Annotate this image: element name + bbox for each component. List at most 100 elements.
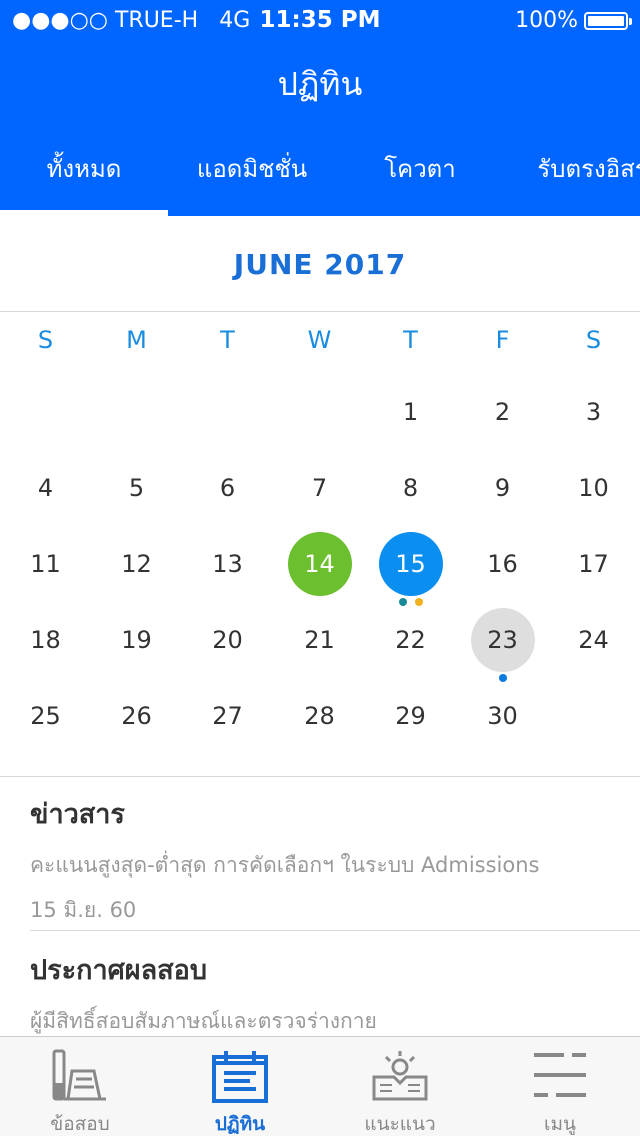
day-number: 1 (402, 398, 419, 426)
calendar-day[interactable]: 23 (457, 602, 548, 682)
news-headline: คะแนนสูงสุด-ต่ำสุด การคัดเลือกฯ ในระบบ A… (30, 853, 540, 877)
calendar-grid: 1 2 3 4 5 6 7 8 9 10 11 12 13 14 15 16 17 18 19 20 21 22 23 24 2… (0, 374, 640, 774)
battery-icon (584, 11, 632, 30)
tab-all[interactable]: ทั้งหมด (0, 128, 168, 216)
tabbar-label: แนะแนว (364, 1113, 436, 1135)
calendar-day[interactable]: 18 (0, 602, 91, 678)
calendar-day[interactable]: 11 (0, 526, 91, 602)
calendar-day[interactable]: 1 (365, 374, 456, 450)
guidance-icon (372, 1051, 428, 1101)
day-number: 24 (578, 626, 609, 654)
day-number: 4 (37, 474, 54, 502)
page-title: ปฏิทิน (0, 40, 640, 128)
calendar-day[interactable]: 22 (365, 602, 456, 678)
day-number: 15 (378, 532, 443, 596)
calendar-day[interactable]: 30 (457, 678, 548, 754)
news-item[interactable]: ข่าวสาร คะแนนสูงสุด-ต่ำสุด การคัดเลือกฯ … (30, 792, 610, 927)
day-number: 2 (494, 398, 511, 426)
weekday-label: T (220, 326, 235, 354)
weekday-header: S M T W T F S (0, 312, 640, 374)
calendar-day[interactable]: 3 (548, 374, 639, 450)
calendar-day[interactable]: 20 (182, 602, 273, 678)
calendar-day[interactable]: 26 (91, 678, 182, 754)
news-date: 15 มิ.ย. 60 (30, 898, 137, 922)
day-number: 5 (128, 474, 145, 502)
calendar-day[interactable]: 21 (274, 602, 365, 678)
day-number: 9 (494, 474, 511, 502)
calendar-day[interactable]: 17 (548, 526, 639, 602)
day-number: 12 (121, 550, 152, 578)
day-number: 26 (121, 702, 152, 730)
day-number: 25 (30, 702, 61, 730)
tabbar-label: ข้อสอบ (50, 1113, 110, 1135)
day-number: 28 (304, 702, 335, 730)
news-item[interactable]: ประกาศผลสอบ ผู้มีสิทธิ์สอบสัมภาษณ์และตรว… (30, 948, 610, 1038)
day-number: 13 (212, 550, 243, 578)
tabbar-menu[interactable]: เมนู (480, 1037, 640, 1137)
tabbar-exam[interactable]: ข้อสอบ (0, 1037, 160, 1137)
day-number: 19 (121, 626, 152, 654)
tab-admission[interactable]: แอดมิชชั่น (168, 128, 336, 216)
calendar-day[interactable]: 13 (182, 526, 273, 602)
calendar-day[interactable]: 16 (457, 526, 548, 602)
day-number: 20 (212, 626, 243, 654)
calendar-day[interactable]: 19 (91, 602, 182, 678)
day-number: 11 (30, 550, 61, 578)
weekday-label: S (585, 326, 602, 354)
calendar-day[interactable]: 10 (548, 450, 639, 526)
day-number: 8 (402, 474, 419, 502)
day-number: 17 (578, 550, 609, 578)
calendar-day[interactable]: 6 (182, 450, 273, 526)
day-number: 6 (219, 474, 236, 502)
calendar-day[interactable]: 15 (365, 526, 456, 606)
exam-icon (52, 1049, 106, 1101)
calendar-day[interactable]: 27 (182, 678, 273, 754)
day-number: 18 (30, 626, 61, 654)
status-bar: ●●●○○ TRUE-H 4G 11:35 PM 100% (0, 0, 640, 40)
day-number: 30 (487, 702, 518, 730)
calendar-day[interactable]: 29 (365, 678, 456, 754)
tabbar-label: เมนู (543, 1113, 576, 1135)
day-number: 10 (578, 474, 609, 502)
calendar-day[interactable]: 8 (365, 450, 456, 526)
weekday-label: F (495, 326, 510, 354)
calendar-day[interactable]: 2 (457, 374, 548, 450)
news-headline: ผู้มีสิทธิ์สอบสัมภาษณ์และตรวจร่างกาย (30, 1009, 377, 1033)
day-number: 23 (470, 608, 535, 672)
month-label[interactable]: JUNE 2017 (0, 216, 640, 312)
day-number: 22 (395, 626, 426, 654)
day-number: 3 (585, 398, 602, 426)
divider (30, 930, 640, 931)
tab-direct[interactable]: รับตรงอิสระ (504, 128, 640, 216)
battery-percent: 100% (515, 8, 578, 33)
tabbar-calendar[interactable]: ปฏิทิน (160, 1037, 320, 1137)
calendar-icon (212, 1051, 268, 1103)
news-title: ข่าวสาร (30, 799, 125, 830)
weekday-label: W (307, 326, 332, 354)
weekday-label: S (37, 326, 54, 354)
day-number: 21 (304, 626, 335, 654)
tab-quota[interactable]: โควตา (336, 128, 504, 216)
bottom-tab-bar: ข้อสอบ ปฏิทิน แนะแนว เมนู (0, 1036, 640, 1136)
calendar-day[interactable]: 28 (274, 678, 365, 754)
day-number: 16 (487, 550, 518, 578)
tabbar-label: ปฏิทิน (214, 1113, 266, 1135)
calendar-day[interactable]: 24 (548, 602, 639, 678)
calendar-day[interactable]: 9 (457, 450, 548, 526)
calendar-day[interactable]: 14 (274, 526, 365, 602)
tabbar-guidance[interactable]: แนะแนว (320, 1037, 480, 1137)
day-number: 7 (311, 474, 328, 502)
category-tabs: ทั้งหมด แอดมิชชั่น โควตา รับตรงอิสระ (0, 128, 640, 216)
calendar-day[interactable]: 5 (91, 450, 182, 526)
weekday-label: M (126, 326, 147, 354)
day-number: 29 (395, 702, 426, 730)
news-title: ประกาศผลสอบ (30, 955, 207, 986)
weekday-label: T (403, 326, 418, 354)
day-number: 14 (287, 532, 352, 596)
calendar-day[interactable]: 12 (91, 526, 182, 602)
calendar-day[interactable]: 25 (0, 678, 91, 754)
calendar-day[interactable]: 4 (0, 450, 91, 526)
menu-icon (534, 1053, 586, 1097)
divider (0, 776, 640, 777)
calendar-day[interactable]: 7 (274, 450, 365, 526)
